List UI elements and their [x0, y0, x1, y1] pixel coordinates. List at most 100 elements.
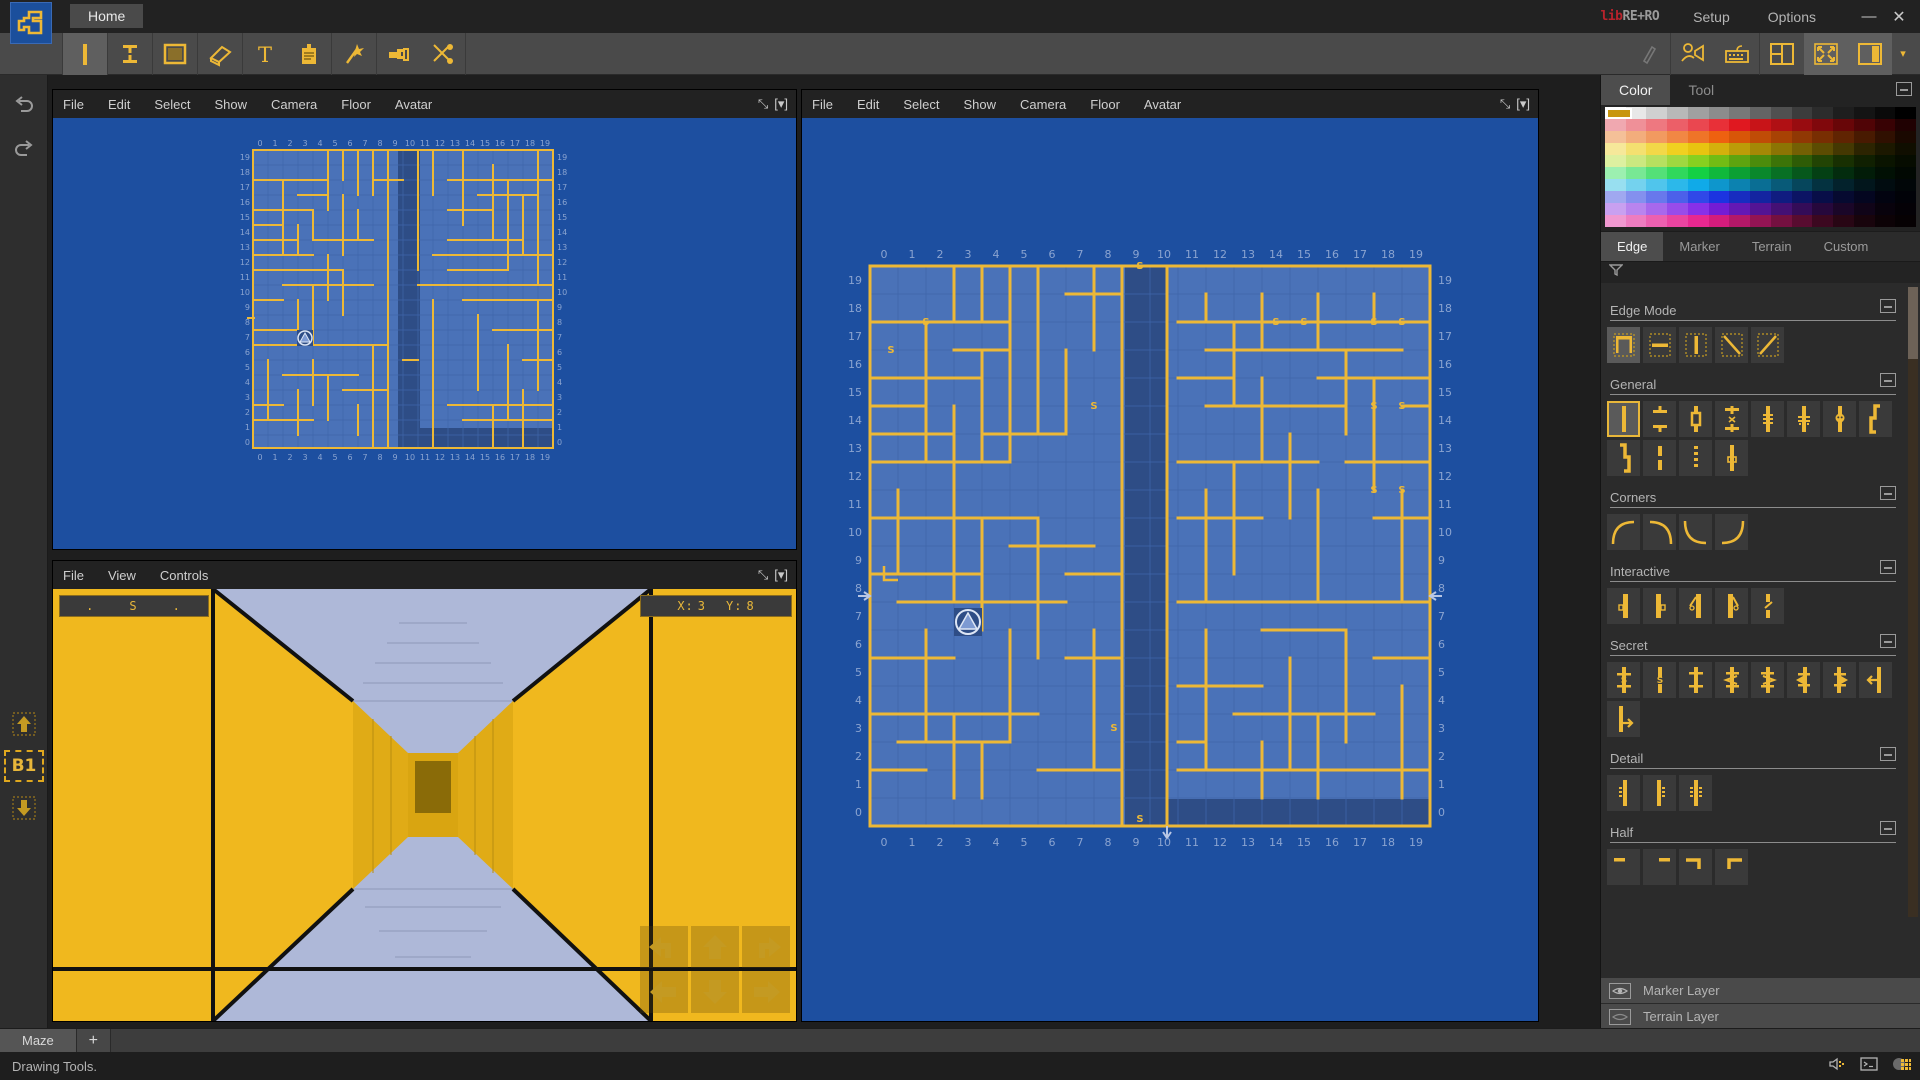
- palette-scrollbar[interactable]: [1908, 287, 1918, 917]
- general-double-cap[interactable]: [1643, 401, 1676, 437]
- floor-edge-tool[interactable]: [108, 33, 152, 75]
- edge-mode-vertical[interactable]: [1679, 327, 1712, 363]
- menu-options[interactable]: Options: [1768, 9, 1816, 25]
- tab-custom[interactable]: Custom: [1808, 232, 1885, 261]
- text-tool[interactable]: T: [243, 33, 287, 75]
- section-collapse-icon[interactable]: [1880, 821, 1896, 840]
- detail-both-marks[interactable]: [1679, 775, 1712, 811]
- map-right-menu-edit[interactable]: Edit: [857, 97, 879, 112]
- interactive-open-door-left[interactable]: [1679, 588, 1712, 624]
- home-tab[interactable]: Home: [70, 4, 144, 28]
- floor-down-button[interactable]: [0, 786, 48, 830]
- tab-edge[interactable]: Edge: [1601, 232, 1664, 261]
- map-left-menu-show[interactable]: Show: [215, 97, 248, 112]
- section-collapse-icon[interactable]: [1880, 560, 1896, 579]
- tab-terrain[interactable]: Terrain: [1736, 232, 1808, 261]
- general-keyhole[interactable]: [1715, 440, 1748, 476]
- terrain-layer-row[interactable]: Terrain Layer: [1601, 1004, 1920, 1030]
- map-right-menu-avatar[interactable]: Avatar: [1144, 97, 1181, 112]
- corner-bottom-left[interactable]: [1715, 514, 1748, 550]
- general-x-marked[interactable]: [1715, 401, 1748, 437]
- map-left-dropdown-icon[interactable]: [▾]: [774, 96, 788, 112]
- fill-area-tool[interactable]: [153, 33, 197, 75]
- interactive-door-right[interactable]: [1643, 588, 1676, 624]
- secret-plain[interactable]: [1679, 662, 1712, 698]
- detail-left-marks[interactable]: [1607, 775, 1640, 811]
- secret-double-left[interactable]: [1787, 662, 1820, 698]
- menu-setup[interactable]: Setup: [1693, 9, 1730, 25]
- speaker-icon[interactable]: [1828, 1057, 1846, 1076]
- secret-s-wall[interactable]: S: [1607, 662, 1640, 698]
- corner-bottom-right[interactable]: [1679, 514, 1712, 550]
- split-layout-button[interactable]: [1760, 33, 1804, 75]
- general-short-wall[interactable]: [1643, 440, 1676, 476]
- secret-one-way-left[interactable]: [1859, 662, 1892, 698]
- section-collapse-icon[interactable]: [1880, 486, 1896, 505]
- strafe-left-button[interactable]: [640, 971, 688, 1013]
- map-left-menu-file[interactable]: File: [63, 97, 84, 112]
- marker-layer-row[interactable]: Marker Layer: [1601, 978, 1920, 1004]
- secret-one-way-right[interactable]: [1607, 701, 1640, 737]
- general-ladder[interactable]: [1751, 401, 1784, 437]
- grid-dots-icon[interactable]: [1892, 1057, 1912, 1076]
- tab-tool[interactable]: Tool: [1670, 75, 1732, 105]
- turn-left-button[interactable]: [640, 926, 688, 968]
- cut-tool[interactable]: [421, 33, 465, 75]
- interactive-broken-door[interactable]: [1751, 588, 1784, 624]
- fullscreen-button[interactable]: [1804, 32, 1848, 75]
- tab-marker[interactable]: Marker: [1663, 232, 1735, 261]
- tab-color[interactable]: Color: [1601, 75, 1671, 105]
- color-panel-collapse-icon[interactable]: [1896, 82, 1912, 96]
- side-panel-toggle[interactable]: [1848, 32, 1892, 75]
- general-skull[interactable]: [1823, 401, 1856, 437]
- keyboard-tool[interactable]: [1715, 33, 1759, 75]
- half-corner-right[interactable]: [1715, 849, 1748, 885]
- general-grate[interactable]: [1787, 401, 1820, 437]
- map-left-menu-avatar[interactable]: Avatar: [395, 97, 432, 112]
- section-collapse-icon[interactable]: [1880, 634, 1896, 653]
- eraser-tool[interactable]: [198, 33, 242, 75]
- filter-funnel-icon[interactable]: [1608, 263, 1624, 282]
- corner-top-right[interactable]: [1607, 514, 1640, 550]
- map-left-canvas[interactable]: 012 345 678 9 10 11 12 13 14 15 16 17 18 19 012…: [53, 118, 796, 549]
- pointer-hand-tool[interactable]: [377, 33, 421, 75]
- half-right[interactable]: [1643, 849, 1676, 885]
- edge-mode-box[interactable]: [1607, 327, 1640, 363]
- turn-right-button[interactable]: [742, 926, 790, 968]
- floor-up-button[interactable]: [0, 702, 48, 746]
- close-button[interactable]: ✕: [1884, 0, 1914, 33]
- view3d-menu-view[interactable]: View: [108, 568, 136, 583]
- map-right-menu-select[interactable]: Select: [903, 97, 939, 112]
- map-right-menu-floor[interactable]: Floor: [1090, 97, 1120, 112]
- view3d-canvas[interactable]: . S . X: 3 Y: 8: [53, 589, 796, 1021]
- general-solid-wall[interactable]: [1607, 401, 1640, 437]
- map-left-menu-select[interactable]: Select: [154, 97, 190, 112]
- view3d-dropdown-icon[interactable]: [▾]: [774, 567, 788, 583]
- palette-scroll-area[interactable]: Edge Mode General Corners Interactive Se…: [1601, 283, 1920, 923]
- magic-wand-tool[interactable]: [332, 33, 376, 75]
- edge-mode-horizontal[interactable]: [1643, 327, 1676, 363]
- note-tool[interactable]: [287, 33, 331, 75]
- floor-indicator[interactable]: B1: [4, 750, 44, 782]
- edge-mode-diagonal-back[interactable]: [1715, 327, 1748, 363]
- view3d-menu-file[interactable]: File: [63, 568, 84, 583]
- scrollbar-thumb[interactable]: [1908, 287, 1918, 359]
- section-collapse-icon[interactable]: [1880, 299, 1896, 318]
- secret-s-half[interactable]: S: [1643, 662, 1676, 698]
- move-forward-button[interactable]: [691, 926, 739, 968]
- general-doorway[interactable]: [1679, 401, 1712, 437]
- corner-top-left[interactable]: [1643, 514, 1676, 550]
- map-right-canvas[interactable]: S SS S SS SS SS SS S S 0 1 2 3 4 5 6 7 8…: [802, 118, 1538, 1021]
- eye-visible-icon[interactable]: [1609, 982, 1631, 999]
- map-right-menu-camera[interactable]: Camera: [1020, 97, 1066, 112]
- map-left-menu-floor[interactable]: Floor: [341, 97, 371, 112]
- detail-right-marks[interactable]: [1643, 775, 1676, 811]
- avatar-camera-tool[interactable]: [1671, 33, 1715, 75]
- general-dotted-wall[interactable]: [1679, 440, 1712, 476]
- half-left[interactable]: [1607, 849, 1640, 885]
- secret-arrow-left[interactable]: [1715, 662, 1748, 698]
- document-tab-maze[interactable]: Maze: [0, 1029, 77, 1052]
- color-swatch-grid[interactable]: [1601, 105, 1920, 231]
- toolbar-overflow-caret[interactable]: ▾: [1892, 33, 1914, 75]
- map-left-menu-edit[interactable]: Edit: [108, 97, 130, 112]
